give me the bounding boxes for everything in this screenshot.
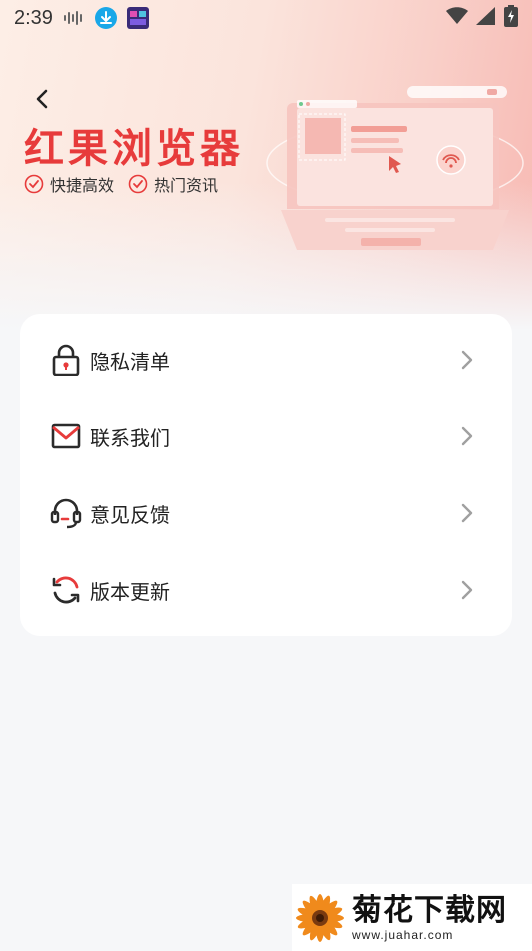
feature-tag: 热门资讯 [128, 172, 218, 196]
battery-charging-icon [504, 4, 518, 32]
refresh-icon [50, 574, 82, 606]
menu-item-label: 联系我们 [90, 425, 170, 450]
menu-item-label: 版本更新 [90, 579, 170, 604]
lock-icon [50, 344, 82, 376]
mail-icon [50, 420, 82, 452]
feature-tag-label: 快捷高效 [50, 176, 115, 195]
check-circle-icon [24, 174, 44, 194]
menu-item-privacy-list[interactable]: 隐私清单 [20, 322, 512, 398]
watermark: 菊花下载网 www.juahar.com [292, 884, 532, 951]
flower-logo-icon [296, 893, 344, 942]
watermark-url: www.juahar.com [352, 927, 454, 942]
menu-item-label: 隐私清单 [90, 349, 170, 374]
audio-wave-icon [63, 10, 85, 26]
chevron-right-icon [461, 580, 473, 600]
status-bar: 2:39 [0, 0, 532, 36]
laptop-illustration-icon [266, 86, 524, 250]
menu-card: 隐私清单 联系我们 意见反馈 版本更新 [20, 314, 512, 636]
watermark-title: 菊花下载网 [352, 892, 507, 928]
feature-tags: 快捷高效 热门资讯 [24, 172, 218, 196]
feature-tag-label: 热门资讯 [154, 176, 219, 195]
menu-item-contact-us[interactable]: 联系我们 [20, 398, 512, 474]
download-icon [94, 7, 117, 29]
check-circle-icon [128, 174, 148, 194]
menu-item-feedback[interactable]: 意见反馈 [20, 475, 512, 551]
headset-icon [50, 497, 82, 529]
status-time: 2:39 [14, 6, 53, 29]
app-thumbnail-icon [126, 7, 149, 29]
menu-item-version-update[interactable]: 版本更新 [20, 552, 512, 628]
signal-icon [476, 6, 496, 30]
chevron-right-icon [461, 503, 473, 523]
wifi-icon [446, 6, 468, 30]
back-button[interactable] [30, 86, 56, 112]
chevron-right-icon [461, 426, 473, 446]
chevron-right-icon [461, 350, 473, 370]
menu-item-label: 意见反馈 [90, 502, 170, 527]
chevron-left-icon [36, 89, 48, 109]
brand-title: 红果浏览器 [24, 126, 244, 172]
feature-tag: 快捷高效 [24, 172, 114, 196]
